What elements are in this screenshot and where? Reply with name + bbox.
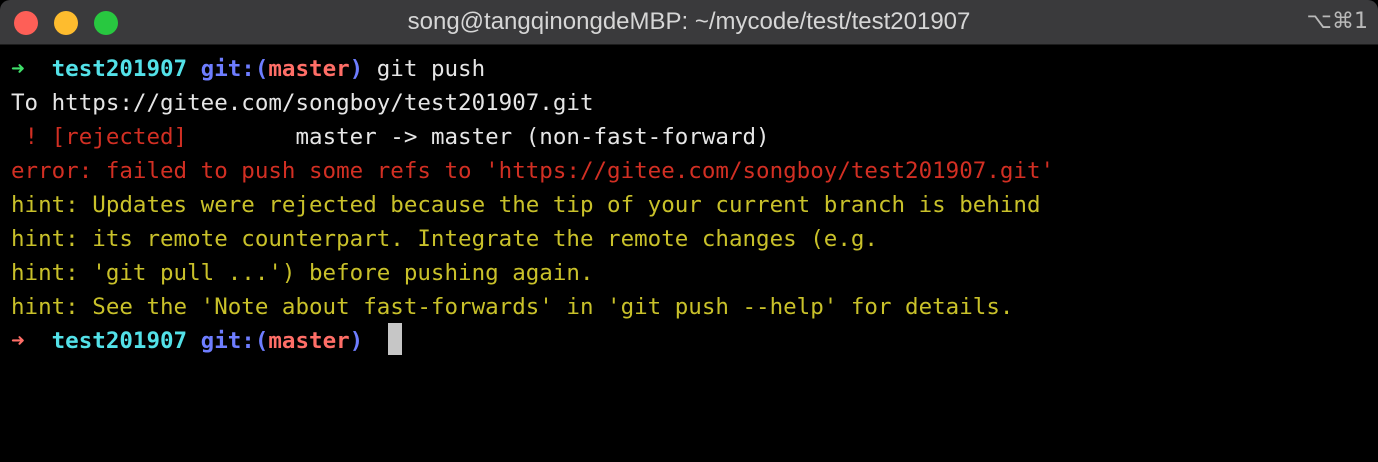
terminal-window: song@tangqinongdeMBP: ~/mycode/test/test… xyxy=(0,0,1378,462)
rejected-label: ! [rejected] xyxy=(11,124,188,150)
prompt-git-label: git:( xyxy=(200,56,269,82)
prompt-branch: master xyxy=(268,328,350,354)
hint-line: hint: Updates were rejected because the … xyxy=(11,192,1041,218)
window-shortcut: ⌥⌘1 xyxy=(1306,9,1368,34)
hint-line: hint: its remote counterpart. Integrate … xyxy=(11,226,878,252)
prompt-arrow-icon: ➜ xyxy=(11,328,25,354)
window-title: song@tangqinongdeMBP: ~/mycode/test/test… xyxy=(407,8,971,35)
title-bar[interactable]: song@tangqinongdeMBP: ~/mycode/test/test… xyxy=(0,0,1378,45)
hint-line: hint: 'git pull ...') before pushing aga… xyxy=(11,260,594,286)
push-target-line: To https://gitee.com/songboy/test201907.… xyxy=(11,90,594,116)
prompt-git-close: ) xyxy=(349,328,364,354)
prompt-branch: master xyxy=(268,56,350,82)
prompt-arrow-icon: ➜ xyxy=(11,56,25,82)
rejected-detail: master -> master (non-fast-forward) xyxy=(187,124,770,150)
hint-line: hint: See the 'Note about fast-forwards'… xyxy=(11,294,1014,320)
prompt-git-close: ) xyxy=(349,56,364,82)
error-line: error: failed to push some refs to 'http… xyxy=(11,158,1055,184)
prompt-line: ➜ test201907 git:(master) xyxy=(11,324,363,358)
prompt-directory: test201907 xyxy=(51,328,188,354)
prompt-git-label: git:( xyxy=(200,328,269,354)
command-text: git push xyxy=(376,56,486,82)
prompt-line: ➜ test201907 git:(master) git push xyxy=(11,52,485,86)
rejected-line: ! [rejected] master -> master (non-fast-… xyxy=(11,120,770,154)
prompt-directory: test201907 xyxy=(51,56,188,82)
terminal-output[interactable]: ➜ test201907 git:(master) git push To ht… xyxy=(0,45,1378,462)
text-cursor xyxy=(388,323,402,355)
